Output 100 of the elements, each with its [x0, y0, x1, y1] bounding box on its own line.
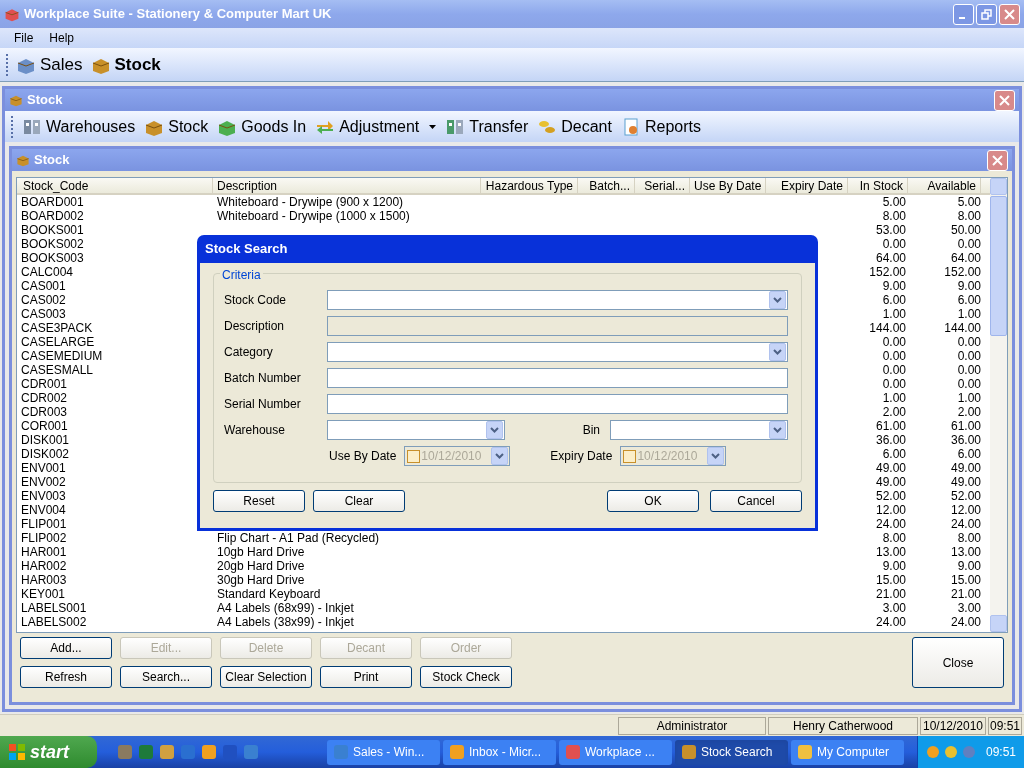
- table-cell: HAR002: [21, 559, 67, 573]
- close-button[interactable]: [999, 3, 1020, 25]
- dropdown-button[interactable]: [707, 447, 725, 465]
- table-cell-text: 36.00: [950, 433, 982, 447]
- menu-item[interactable]: File: [14, 29, 34, 47]
- action-button[interactable]: Close: [912, 637, 1004, 688]
- table-cell: HAR001: [21, 545, 67, 559]
- action-button[interactable]: Add...: [20, 637, 112, 659]
- toolbar-button[interactable]: Warehouses: [22, 114, 136, 139]
- column-header[interactable]: Description: [213, 178, 481, 194]
- column-header[interactable]: Stock_Code: [17, 178, 213, 194]
- checkbox[interactable]: [623, 449, 637, 463]
- table-cell-text: 6.00: [882, 293, 907, 307]
- box-icon: [9, 93, 23, 107]
- action-button[interactable]: Clear Selection: [220, 666, 312, 688]
- column-header[interactable]: Expiry Date: [766, 178, 848, 194]
- quick-launch-icon[interactable]: [117, 744, 133, 760]
- field-label: Bin: [581, 422, 601, 439]
- quick-launch-icon[interactable]: [201, 744, 217, 760]
- taskbar-button[interactable]: Sales - Win...: [327, 739, 440, 765]
- taskbar-button[interactable]: Stock Search: [675, 739, 788, 765]
- close-button[interactable]: [994, 89, 1015, 111]
- input-field[interactable]: [327, 290, 788, 310]
- quick-launch-icon[interactable]: [243, 744, 259, 760]
- column-header[interactable]: Serial...: [635, 178, 690, 194]
- table-cell-text: 9.00: [882, 559, 907, 573]
- input-field[interactable]: [327, 342, 788, 362]
- tray-icon[interactable]: [925, 745, 940, 759]
- column-header[interactable]: Use By Date: [690, 178, 766, 194]
- dropdown-button[interactable]: [486, 421, 503, 439]
- quick-launch-icon[interactable]: [180, 744, 196, 760]
- start-button[interactable]: start: [0, 736, 97, 768]
- table-cell-text: 5.00: [882, 195, 907, 209]
- table-cell-text: 52.00: [950, 489, 982, 503]
- column-header[interactable]: Available: [908, 178, 981, 194]
- toolbar-button[interactable]: Transfer: [445, 114, 529, 139]
- menu-item[interactable]: Help: [49, 29, 75, 47]
- column-header[interactable]: In Stock: [848, 178, 908, 194]
- chevron-down-icon: [773, 297, 782, 303]
- toolbar-button[interactable]: Goods In: [217, 114, 307, 139]
- action-button[interactable]: Clear: [313, 490, 405, 512]
- table-cell-text: 0.00: [882, 377, 907, 391]
- table-cell-text: 12.00: [875, 503, 907, 517]
- restore-button[interactable]: [976, 3, 997, 25]
- column-header[interactable]: Batch...: [578, 178, 635, 194]
- toolbar-button[interactable]: Adjustment: [315, 114, 437, 139]
- checkbox[interactable]: [407, 449, 421, 463]
- minimize-button[interactable]: [953, 3, 974, 25]
- dropdown-field[interactable]: [610, 420, 788, 440]
- taskbar-button[interactable]: My Computer: [791, 739, 904, 765]
- toolbar-button[interactable]: Sales: [16, 51, 83, 78]
- table-cell: DISK002: [21, 447, 70, 461]
- table-cell: ENV001: [21, 461, 66, 475]
- toolbar-button[interactable]: Reports: [620, 114, 701, 139]
- table-cell: CDR003: [21, 405, 68, 419]
- action-button[interactable]: OK: [607, 490, 699, 512]
- restore-icon: [981, 8, 992, 20]
- table-cell-text: 144.00: [944, 321, 982, 335]
- table-cell-text: 6.00: [957, 447, 982, 461]
- table-cell: CASE3PACK: [21, 321, 93, 335]
- toolbar-button[interactable]: Stock: [90, 51, 161, 78]
- scrollbar[interactable]: [990, 178, 1007, 632]
- toolbar-button[interactable]: Decant: [537, 114, 612, 139]
- toolbar-button[interactable]: Stock: [144, 114, 209, 139]
- status-panel: 09:51: [988, 716, 1022, 735]
- status-panel: Henry Catherwood: [768, 716, 918, 735]
- action-button[interactable]: Search...: [120, 666, 212, 688]
- logo-icon: [4, 6, 20, 22]
- table-cell: ENV003: [21, 489, 66, 503]
- table-cell-text: 8.00: [882, 209, 907, 223]
- taskbar-button[interactable]: Workplace ...: [559, 739, 672, 765]
- table-cell: CAS001: [21, 279, 66, 293]
- dropdown-button[interactable]: [491, 447, 509, 465]
- dropdown-button[interactable]: [769, 291, 786, 309]
- table-cell: Whiteboard - Drywipe (900 x 1200): [217, 195, 404, 209]
- dropdown-button[interactable]: [769, 343, 786, 361]
- table-cell-text: 152.00: [944, 265, 982, 279]
- taskbar-button[interactable]: Inbox - Micr...: [443, 739, 556, 765]
- table-cell-text: 15.00: [950, 573, 982, 587]
- app-icon: [681, 744, 697, 760]
- table-cell: COR001: [21, 419, 68, 433]
- table-cell: CDR001: [21, 377, 68, 391]
- quick-launch-icon[interactable]: [159, 744, 175, 760]
- action-button[interactable]: Stock Check: [420, 666, 512, 688]
- action-button[interactable]: Reset: [213, 490, 305, 512]
- action-button[interactable]: Print: [320, 666, 412, 688]
- table-cell: CASELARGE: [21, 335, 95, 349]
- dropdown-field[interactable]: [327, 420, 505, 440]
- action-button[interactable]: Cancel: [710, 490, 802, 512]
- tray-icon[interactable]: [943, 745, 958, 759]
- dropdown-button[interactable]: [769, 421, 786, 439]
- column-header[interactable]: Hazardous Type: [481, 178, 578, 194]
- close-button[interactable]: [987, 149, 1008, 171]
- action-button[interactable]: Refresh: [20, 666, 112, 688]
- table-cell: Whiteboard - Drywipe (1000 x 1500): [217, 209, 410, 223]
- chevron-down-icon: [773, 349, 782, 355]
- table-cell-text: 0.00: [957, 349, 982, 363]
- input-field[interactable]: [327, 394, 788, 414]
- table-cell-text: 1.00: [957, 307, 982, 321]
- input-field[interactable]: [327, 368, 788, 388]
